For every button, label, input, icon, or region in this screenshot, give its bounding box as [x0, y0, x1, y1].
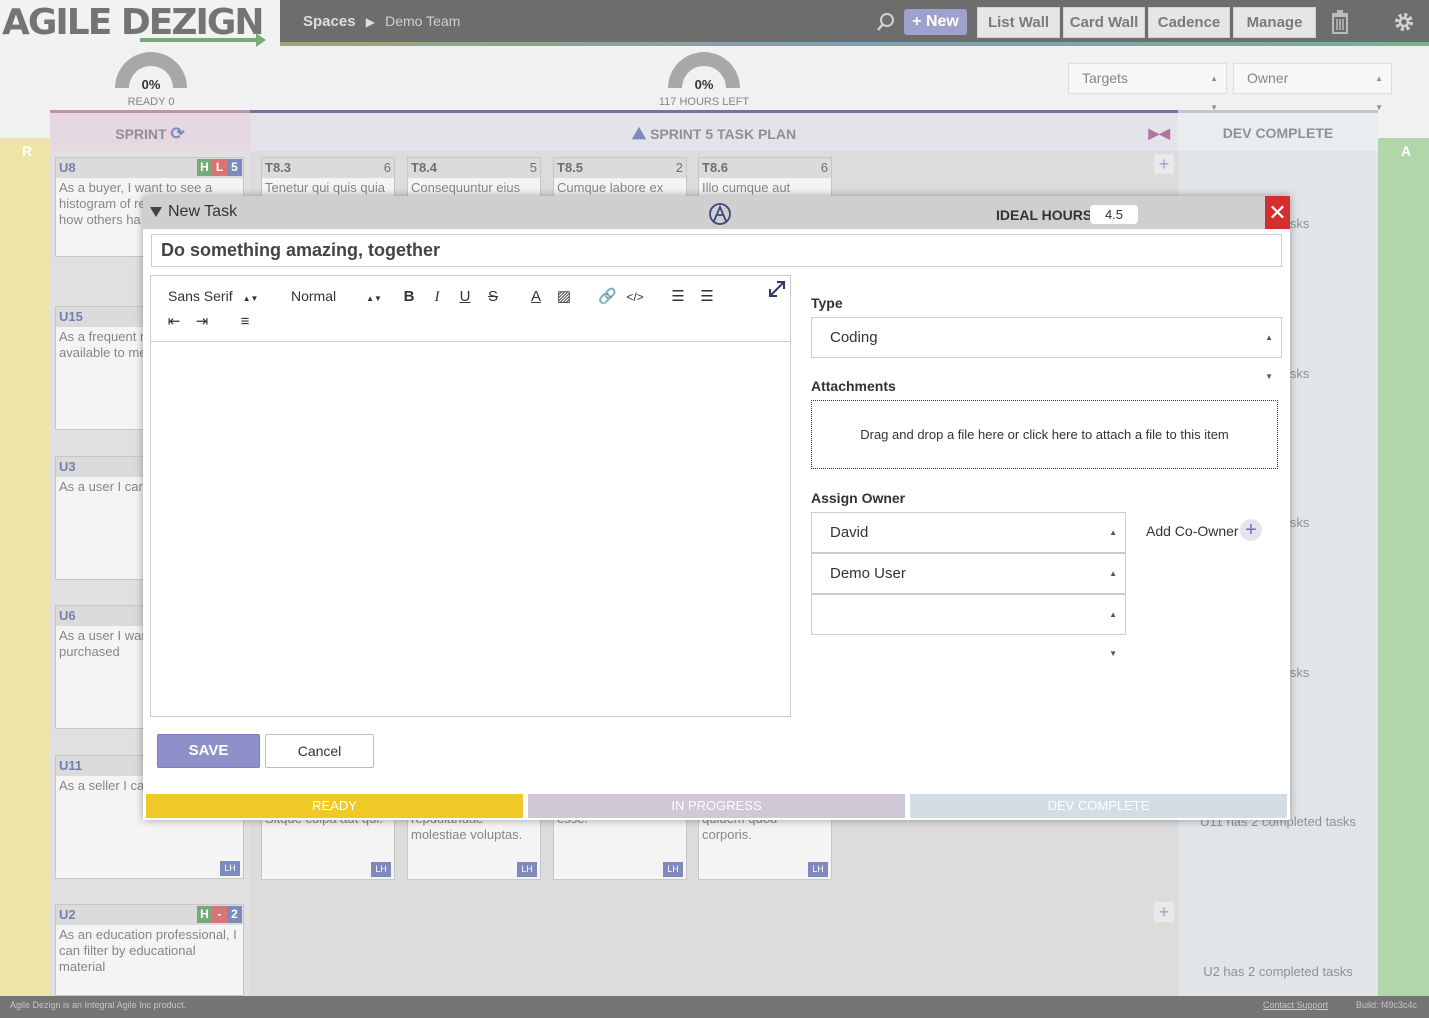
ideal-hours-label: IDEAL HOURS:: [996, 207, 1097, 223]
font-select[interactable]: Sans Serif ▲▼: [168, 288, 258, 304]
expand-icon[interactable]: [769, 281, 785, 297]
coowner-select-empty[interactable]: ▲ ▼: [811, 594, 1126, 658]
type-select-value: Coding: [830, 329, 878, 346]
select-arrow-icon: ▲▼: [242, 294, 259, 303]
collapse-icon[interactable]: [150, 207, 162, 217]
bullet-list-icon[interactable]: ☰: [698, 288, 716, 306]
editor-content[interactable]: [151, 342, 790, 716]
text-color-icon[interactable]: A: [527, 288, 545, 306]
task-title-input[interactable]: Do something amazing, together: [151, 234, 1282, 267]
ideal-hours-input[interactable]: 4.5: [1090, 205, 1138, 224]
underline-icon[interactable]: U: [456, 288, 474, 306]
status-ready[interactable]: READY: [146, 794, 523, 818]
editor-toolbar: Sans Serif ▲▼ Normal ▲▼ B I U S A ▨ 🔗 </> …: [151, 276, 790, 342]
indent-icon[interactable]: ⇥: [193, 313, 211, 331]
add-coowner-plus-icon[interactable]: +: [1240, 519, 1262, 541]
add-coowner-label: Add Co-Owner: [1146, 523, 1239, 539]
modal-header: New Task IDEAL HOURS: 4.5 ✕: [143, 196, 1290, 229]
hours-gauge-percent: 0%: [694, 77, 714, 92]
strikethrough-icon[interactable]: S: [484, 288, 502, 306]
cancel-button[interactable]: Cancel: [265, 734, 374, 768]
italic-icon[interactable]: I: [428, 288, 446, 306]
ordered-list-icon[interactable]: ☰: [669, 288, 687, 306]
select-arrow-icon: ▲▼: [366, 294, 382, 303]
bold-icon[interactable]: B: [400, 288, 418, 306]
attachments-label: Attachments: [811, 378, 896, 394]
modal-title: New Task: [168, 203, 238, 220]
rich-text-editor: Sans Serif ▲▼ Normal ▲▼ B I U S A ▨ 🔗 </> …: [150, 275, 791, 717]
close-icon[interactable]: ✕: [1265, 196, 1290, 229]
select-arrow-icon: ▲▼: [1109, 610, 1117, 658]
code-icon[interactable]: </>: [626, 288, 644, 306]
new-task-modal: New Task IDEAL HOURS: 4.5 ✕ Do something…: [143, 196, 1290, 820]
type-label: Type: [811, 295, 843, 311]
owner-select[interactable]: David▲▼: [811, 512, 1126, 576]
ready-gauge-percent: 0%: [141, 77, 161, 92]
type-select[interactable]: Coding ▲ ▼: [811, 317, 1282, 381]
coowner-select[interactable]: Demo User▲▼: [811, 553, 1126, 617]
coowner-select-value: Demo User: [830, 565, 906, 582]
link-icon[interactable]: 🔗: [598, 288, 617, 306]
outdent-icon[interactable]: ⇤: [165, 313, 183, 331]
background-color-icon[interactable]: ▨: [555, 288, 573, 306]
owner-select-value: David: [830, 524, 869, 541]
align-icon[interactable]: ≡: [236, 313, 254, 331]
select-arrow-icon: ▲▼: [1265, 333, 1273, 381]
size-select-value: Normal: [291, 288, 337, 304]
status-dev-complete[interactable]: DEV COMPLETE: [910, 794, 1287, 818]
size-select[interactable]: Normal ▲▼: [291, 288, 382, 304]
agile-logo-icon: [709, 203, 731, 225]
attachment-drop-zone[interactable]: Drag and drop a file here or click here …: [811, 400, 1278, 469]
font-select-value: Sans Serif: [168, 288, 233, 304]
status-in-progress[interactable]: IN PROGRESS: [528, 794, 905, 818]
assign-owner-label: Assign Owner: [811, 490, 906, 506]
save-button[interactable]: SAVE: [157, 734, 260, 768]
